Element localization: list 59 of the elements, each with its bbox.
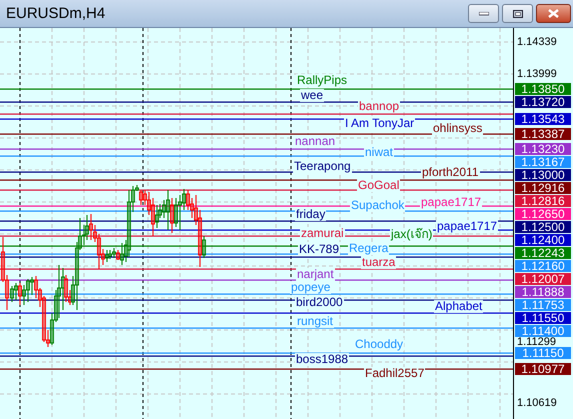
price-label: 1.12650 [515,208,571,220]
level-label: papae1717 [436,220,498,233]
level-label: nannan [294,135,336,148]
level-label: Regera [348,242,390,255]
price-label: 1.11550 [515,312,571,324]
level-label: GoGoal [357,179,400,192]
maximize-icon [512,10,522,18]
level-label: tuarza [361,256,396,269]
level-label: papae1717 [420,196,482,209]
minimize-icon [478,12,488,16]
level-label: rungsit [296,315,334,328]
axis-tick-label: 1.13999 [517,68,557,80]
level-label: Teerapong [293,160,352,173]
level-label: ohlinsyss [432,122,484,135]
level-label: jax(เจ๊ก) [390,228,434,241]
price-label: 1.11753 [515,299,571,311]
level-label: I Am TonyJar [344,117,416,130]
level-label: friday [295,208,326,221]
axis-tick-label: 1.14339 [517,36,557,48]
level-label: zamurai [300,227,345,240]
price-label: 1.12243 [515,247,571,259]
price-label: 1.13850 [515,83,571,95]
price-label: 1.12916 [515,182,571,194]
price-label: 1.13543 [515,113,571,125]
axis-tick-label: 1.11299 [517,336,556,348]
price-label: 1.13000 [515,169,571,181]
level-label: Supachok [350,199,406,212]
price-label: 1.12160 [515,260,571,272]
level-label: KK-789 [298,243,340,256]
price-label: 1.11150 [515,347,571,359]
axis-tick-label: 1.10619 [517,397,557,409]
maximize-button[interactable] [502,4,533,23]
price-label: 1.12007 [515,273,571,285]
level-label: boss1988 [295,353,350,366]
price-label: 1.13387 [515,128,571,140]
price-label: 1.10977 [515,363,571,375]
level-label: popeye [290,281,332,294]
minimize-button[interactable] [468,4,499,23]
level-label: bannop [358,100,400,113]
level-label: niwat [364,146,394,159]
price-label: 1.13230 [515,143,571,155]
level-label: pforth2011 [421,166,480,179]
price-label: 1.11888 [515,286,571,298]
price-label: 1.12400 [515,234,571,246]
level-label: RallyPips [296,74,348,87]
price-label: 1.13167 [515,156,571,168]
close-button[interactable] [536,4,571,23]
price-label: 1.12500 [515,221,571,233]
price-label: 1.11400 [515,325,571,337]
level-label: wee [300,89,324,102]
level-label: bird2000 [295,296,344,309]
close-icon [548,9,559,18]
level-label: Alphabet [434,300,484,313]
price-label: 1.13720 [515,96,571,108]
window-title: EURUSDm,H4 [6,5,106,22]
level-label: Fadhil2557 [364,367,426,380]
price-label: 1.12816 [515,195,571,207]
level-label: narjant [296,268,335,281]
level-label: Chooddy [354,338,404,351]
